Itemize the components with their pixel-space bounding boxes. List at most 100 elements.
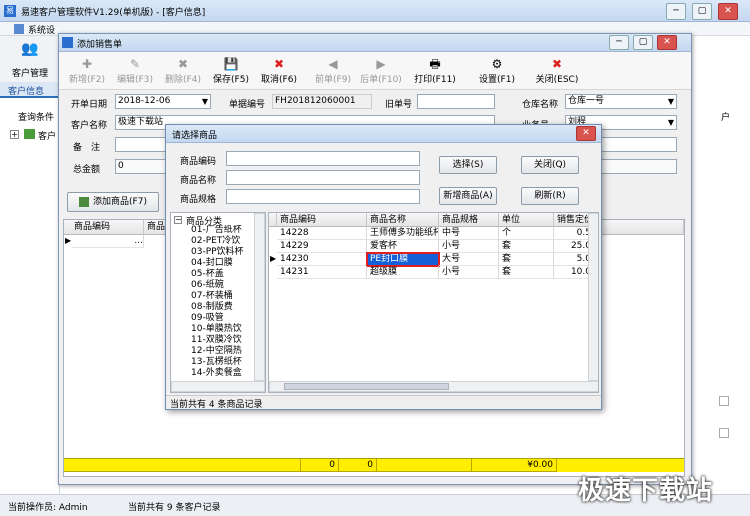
close-button[interactable]: ✕ — [718, 3, 738, 20]
date-dropdown-icon[interactable]: ▼ — [202, 95, 208, 108]
tree-expand-icon[interactable]: + — [10, 130, 19, 139]
status-customer-count: 当前共有 9 条客户记录 — [128, 503, 221, 513]
product-cell[interactable]: 王师傅多功能纸杯 — [367, 227, 439, 240]
product-cell[interactable]: 小号 — [439, 266, 499, 279]
category-item[interactable]: 01-广告纸杯 — [191, 225, 242, 235]
minimize-button[interactable]: ─ — [666, 3, 686, 20]
toolbar-settings-button[interactable]: ⚙ 设置(F1) — [473, 52, 521, 92]
dialog-name-input[interactable] — [226, 170, 420, 185]
category-item[interactable]: 03-PP饮料杯 — [191, 247, 244, 257]
grid-header-code[interactable]: 商品编码 — [64, 220, 144, 235]
delete-icon: ✖ — [177, 57, 189, 71]
product-cell[interactable]: 大号 — [439, 253, 499, 266]
remark-label: 备 注 — [73, 143, 101, 153]
category-item[interactable]: 06-纸碗 — [191, 280, 224, 290]
total-label: 总金额 — [73, 165, 101, 175]
product-header-1[interactable]: 商品名称 — [367, 213, 439, 227]
category-item[interactable]: 12-中空隔热 — [191, 346, 242, 356]
tree-vscroll[interactable] — [254, 213, 265, 381]
customer-info-tab[interactable]: 客户信息 — [0, 82, 60, 98]
product-hscroll-thumb[interactable] — [284, 383, 449, 390]
dialog-select-button[interactable]: 选择(S) — [439, 156, 497, 174]
warehouse-dropdown-icon[interactable]: ▼ — [668, 95, 674, 108]
tree-customer-label[interactable]: 客户 — [38, 129, 56, 142]
customer-info-tab-label: 客户信息 — [8, 87, 45, 97]
toolbar-close-button[interactable]: ✖ 关闭(ESC) — [533, 52, 581, 92]
category-item[interactable]: 08-制版费 — [191, 302, 233, 312]
customer-manage-label[interactable]: 客户管理 — [12, 66, 48, 79]
category-item[interactable]: 10-单膜热饮 — [191, 324, 242, 334]
product-cell[interactable]: 套 — [499, 266, 554, 279]
main-right-strip: 户 — [690, 36, 750, 494]
category-item[interactable]: 09-吸管 — [191, 313, 224, 323]
toolbar-cancel-button[interactable]: ✖ 取消(F6) — [255, 52, 303, 92]
warehouse-select[interactable]: 仓库一号 ▼ — [565, 94, 677, 109]
number-value: FH201812060001 — [275, 96, 356, 106]
maximize-button[interactable]: ▢ — [692, 3, 712, 20]
menu-system-icon — [14, 24, 24, 34]
category-item[interactable]: 13-瓦楞纸杯 — [191, 357, 242, 367]
grid-row-first[interactable]: ... — [72, 235, 144, 248]
product-cell[interactable]: 14231 — [277, 266, 367, 279]
category-item[interactable]: 07-杯装桶 — [191, 291, 233, 301]
product-cell[interactable]: 爱客杯 — [367, 240, 439, 253]
product-hscroll[interactable] — [269, 381, 598, 392]
dialog-new-product-label: 新增商品(A) — [443, 191, 493, 201]
menu-system[interactable]: 系统设 — [28, 23, 55, 36]
dialog-spec-input[interactable] — [226, 189, 420, 204]
toolbar-delete-button[interactable]: ✖ 删除(F4) — [159, 52, 207, 92]
tree-collapse-icon[interactable]: − — [174, 216, 182, 224]
grid-header-name-label: 商品 — [147, 222, 166, 232]
number-field: FH201812060001 — [272, 94, 372, 109]
add-product-button[interactable]: 添加商品(F7) — [67, 192, 159, 212]
old-number-label: 旧单号 — [385, 100, 413, 110]
dialog-close-q-button[interactable]: 关闭(Q) — [521, 156, 579, 174]
product-cell[interactable]: 超级膜 — [367, 266, 439, 279]
next-icon: ▶ — [376, 57, 386, 71]
product-cell[interactable]: 14228 — [277, 227, 367, 240]
close-icon: ✖ — [551, 57, 563, 71]
category-item[interactable]: 14-外卖餐盒 — [191, 368, 242, 378]
product-header-0[interactable]: 商品编码 — [277, 213, 367, 227]
main-right-scroll-up[interactable] — [719, 396, 729, 406]
category-item[interactable]: 11-双膜冷饮 — [191, 335, 242, 345]
toolbar-edit-button[interactable]: ✎ 编辑(F3) — [111, 52, 159, 92]
order-close-button[interactable]: ✕ — [657, 35, 677, 50]
tree-hscroll[interactable] — [171, 381, 265, 392]
product-cell[interactable]: 套 — [499, 240, 554, 253]
toolbar-save-button[interactable]: 💾 保存(F5) — [207, 52, 255, 92]
dialog-name-label: 商品名称 — [180, 176, 217, 186]
main-right-scroll-down[interactable] — [719, 428, 729, 438]
staff-dropdown-icon[interactable]: ▼ — [668, 116, 674, 129]
product-cell[interactable]: 小号 — [439, 240, 499, 253]
date-field[interactable]: 2018-12-06 ▼ — [115, 94, 211, 109]
product-cell[interactable]: 14230 — [277, 253, 367, 266]
dialog-code-input[interactable] — [226, 151, 420, 166]
product-vscroll[interactable] — [588, 213, 598, 381]
order-minimize-button[interactable]: ─ — [609, 35, 629, 50]
toolbar-label: 取消(F6) — [261, 75, 297, 85]
dialog-close-button[interactable]: ✕ — [576, 126, 596, 141]
dialog-refresh-button[interactable]: 刷新(R) — [521, 187, 579, 205]
toolbar-label: 编辑(F3) — [117, 75, 153, 85]
product-header-2[interactable]: 商品规格 — [439, 213, 499, 227]
product-cell[interactable]: 个 — [499, 227, 554, 240]
category-item[interactable]: 04-封口膜 — [191, 258, 233, 268]
warehouse-label: 仓库名称 — [522, 100, 559, 110]
toolbar-prev-button[interactable]: ◀ 前单(F9) — [309, 52, 357, 92]
order-maximize-button[interactable]: ▢ — [633, 35, 653, 50]
toolbar-plus-button[interactable]: ✚ 新增(F2) — [63, 52, 111, 92]
product-cell[interactable]: PE封口膜 — [366, 252, 440, 267]
category-item[interactable]: 05-杯盖 — [191, 269, 224, 279]
footer-qty2: 0 — [339, 459, 377, 472]
product-cell[interactable]: 14229 — [277, 240, 367, 253]
product-cell[interactable]: 套 — [499, 253, 554, 266]
product-grid: 商品编码 商品名称 商品规格 单位 销售定价 14228 王师傅多功能纸杯 中号个 0.5 142… — [268, 212, 599, 393]
category-item[interactable]: 02-PET冷饮 — [191, 236, 240, 246]
old-number-field[interactable] — [417, 94, 495, 109]
toolbar-next-button[interactable]: ▶ 后单(F10) — [357, 52, 405, 92]
product-cell[interactable]: 中号 — [439, 227, 499, 240]
dialog-new-product-button[interactable]: 新增商品(A) — [439, 187, 497, 205]
toolbar-print-button[interactable]: 🖶 打印(F11) — [411, 52, 459, 92]
product-header-3[interactable]: 单位 — [499, 213, 554, 227]
